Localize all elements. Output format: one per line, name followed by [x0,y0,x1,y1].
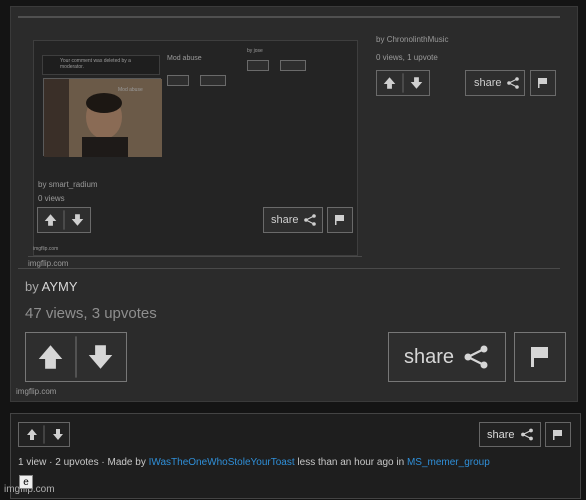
downvote-button[interactable] [50,427,66,442]
outer-author-line: by AYMY [25,279,78,294]
tiny-share [200,75,226,86]
upvote-icon [27,429,37,440]
share-icon [303,214,316,226]
share-button[interactable]: share [479,422,541,447]
by-prefix: by [38,180,47,189]
flag-icon [538,78,547,88]
outer-share-button[interactable]: share [388,332,506,382]
flag-icon [335,215,344,225]
outer-author: AYMY [41,279,78,294]
watermark-small: imgflip.com [28,259,69,268]
caption-box[interactable]: e [19,475,33,489]
outer-flag-button[interactable] [514,332,566,382]
caption-box-text: e [23,476,29,488]
inner-title: Mod abuse [167,55,202,62]
tiny-share-2 [280,60,306,71]
share-label: share [487,428,515,441]
meta-time: less than an hour ago in [297,457,405,468]
inner-title-2: Mod abuse [118,87,143,93]
share-label: share [474,77,502,89]
stream-link[interactable]: MS_memer_group [407,457,490,468]
upvote-button[interactable] [24,427,40,442]
outer-stats: 47 views, 3 upvotes [25,305,157,322]
right-stats: 0 views, 1 upvote [376,53,438,62]
right-share-button[interactable]: share [465,70,525,96]
post-meta-line: 1 view · 2 upvotes · Made by IWasTheOneW… [18,457,490,468]
share-label: share [271,214,299,226]
outer-watermark: imgflip.com [16,387,57,396]
inner-author-line: by smart_radium [38,180,98,189]
share-label: share [404,345,455,368]
outer-vote-icons [38,336,113,378]
tiny-vote-group-2 [247,60,269,71]
inner-share-button[interactable]: share [263,207,323,233]
divider [18,16,560,18]
right-flag-button[interactable] [530,70,556,96]
inner-vote-group[interactable] [37,207,91,233]
share-icon [520,428,533,441]
inner-author: smart_radium [48,180,98,189]
right-author-line: by ChronolinthMusic [376,35,449,44]
right-vote-icons [383,73,423,93]
meta-stats: 1 view · 2 upvotes · Made by [18,457,146,468]
tiny-vote-group [167,75,189,86]
inner-stats: 0 views [38,194,65,203]
inner-notice-text: Your comment was deleted by a moderator. [60,58,131,70]
user-link[interactable]: IWasTheOneWhoStoleYourToast [149,457,295,468]
right-vote-group[interactable] [376,70,430,96]
inner-author-tiny: by jose [247,48,263,54]
share-icon [464,345,488,369]
downvote-icon [53,429,63,440]
inner-vote-icons [44,210,84,230]
share-icon [506,77,519,89]
outer-vote-group[interactable] [25,332,127,382]
by-prefix: by [25,279,39,294]
divider [18,268,560,269]
by-prefix: by [376,35,385,44]
divider [28,256,362,257]
flag-icon [531,347,548,367]
inner-photo [43,78,162,157]
flag-button[interactable] [545,422,571,447]
right-author: ChronolinthMusic [386,35,449,44]
inner-watermark: imgflip.com [33,246,59,252]
inner-flag-button[interactable] [327,207,353,233]
flag-icon [553,429,562,440]
